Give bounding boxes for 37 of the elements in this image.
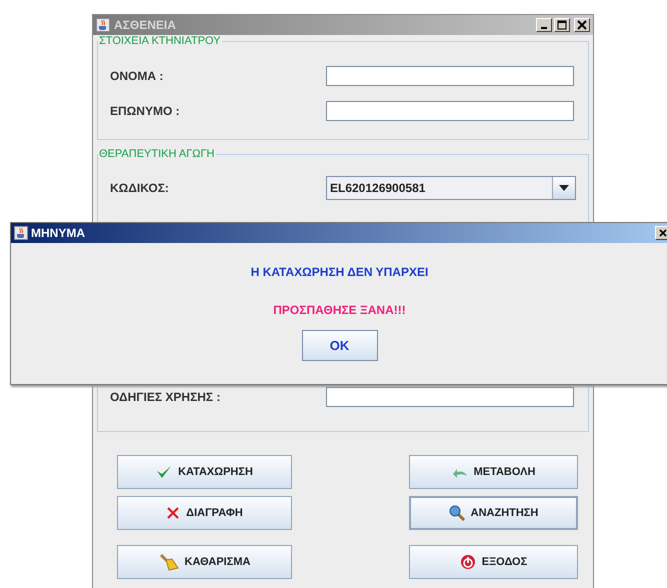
- action-button[interactable]: ΕΞΟΔΟΣ: [409, 545, 578, 579]
- close-icon: [577, 20, 587, 30]
- check-icon: [156, 465, 172, 479]
- action-button[interactable]: ΚΑΘΑΡΙΣΜΑ: [117, 545, 292, 579]
- field-label: ΚΩΔΙΚΟΣ:: [110, 181, 170, 195]
- minimize-icon: [541, 27, 547, 29]
- section-legend: ΣΤΟΙΧΕΙΑ ΚΤΗΝΙΑΤΡΟΥ: [98, 35, 222, 47]
- action-button[interactable]: ΑΝΑΖΗΤΗΣΗ: [409, 496, 578, 530]
- window-title: ΑΣΘΕΝΕΙΑ: [114, 18, 177, 32]
- input-field[interactable]: [326, 66, 574, 86]
- power-icon: [460, 554, 476, 570]
- input-field[interactable]: [326, 101, 574, 121]
- maximize-button[interactable]: [554, 18, 570, 32]
- field-label: ΟΔΗΓΙΕΣ ΧΡΗΣΗΣ :: [110, 390, 222, 404]
- close-button[interactable]: [574, 18, 590, 32]
- field-label: ΕΠΩΝΥΜΟ :: [110, 104, 181, 118]
- minimize-button[interactable]: [536, 18, 552, 32]
- section-legend: ΘΕΡΑΠΕΥΤΙΚΗ ΑΓΩΓΗ: [98, 148, 216, 160]
- cup-icon: [14, 226, 28, 240]
- dialog-title: ΜΗΝΥΜΑ: [31, 226, 86, 240]
- broom-icon: [158, 553, 179, 571]
- magnifier-icon: [448, 505, 465, 521]
- action-button[interactable]: ΚΑΤΑΧΩΡΗΣΗ: [117, 455, 292, 489]
- dropdown-field[interactable]: EL620126900581: [326, 176, 576, 200]
- cross-icon: [166, 506, 180, 520]
- close-button[interactable]: [655, 226, 667, 240]
- ok-button[interactable]: OK: [302, 330, 378, 361]
- warning-text: ΠΡΟΣΠΑΘΗΣΕ ΞΑΝΑ!!!: [273, 303, 406, 317]
- action-button[interactable]: ΜΕΤΑΒΟΛΗ: [409, 455, 578, 489]
- cup-icon: [96, 18, 110, 32]
- action-button[interactable]: ΔΙΑΓΡΑΦΗ: [117, 496, 292, 530]
- caret-icon: [559, 185, 569, 191]
- message-text: Η ΚΑΤΑΧΩΡΗΣΗ ΔΕΝ ΥΠΑΡΧΕΙ: [250, 265, 428, 279]
- field-label: ΟΝΟΜΑ :: [110, 69, 164, 83]
- input-field[interactable]: [326, 387, 574, 407]
- close-icon: [659, 229, 667, 237]
- maximize-icon: [557, 20, 567, 30]
